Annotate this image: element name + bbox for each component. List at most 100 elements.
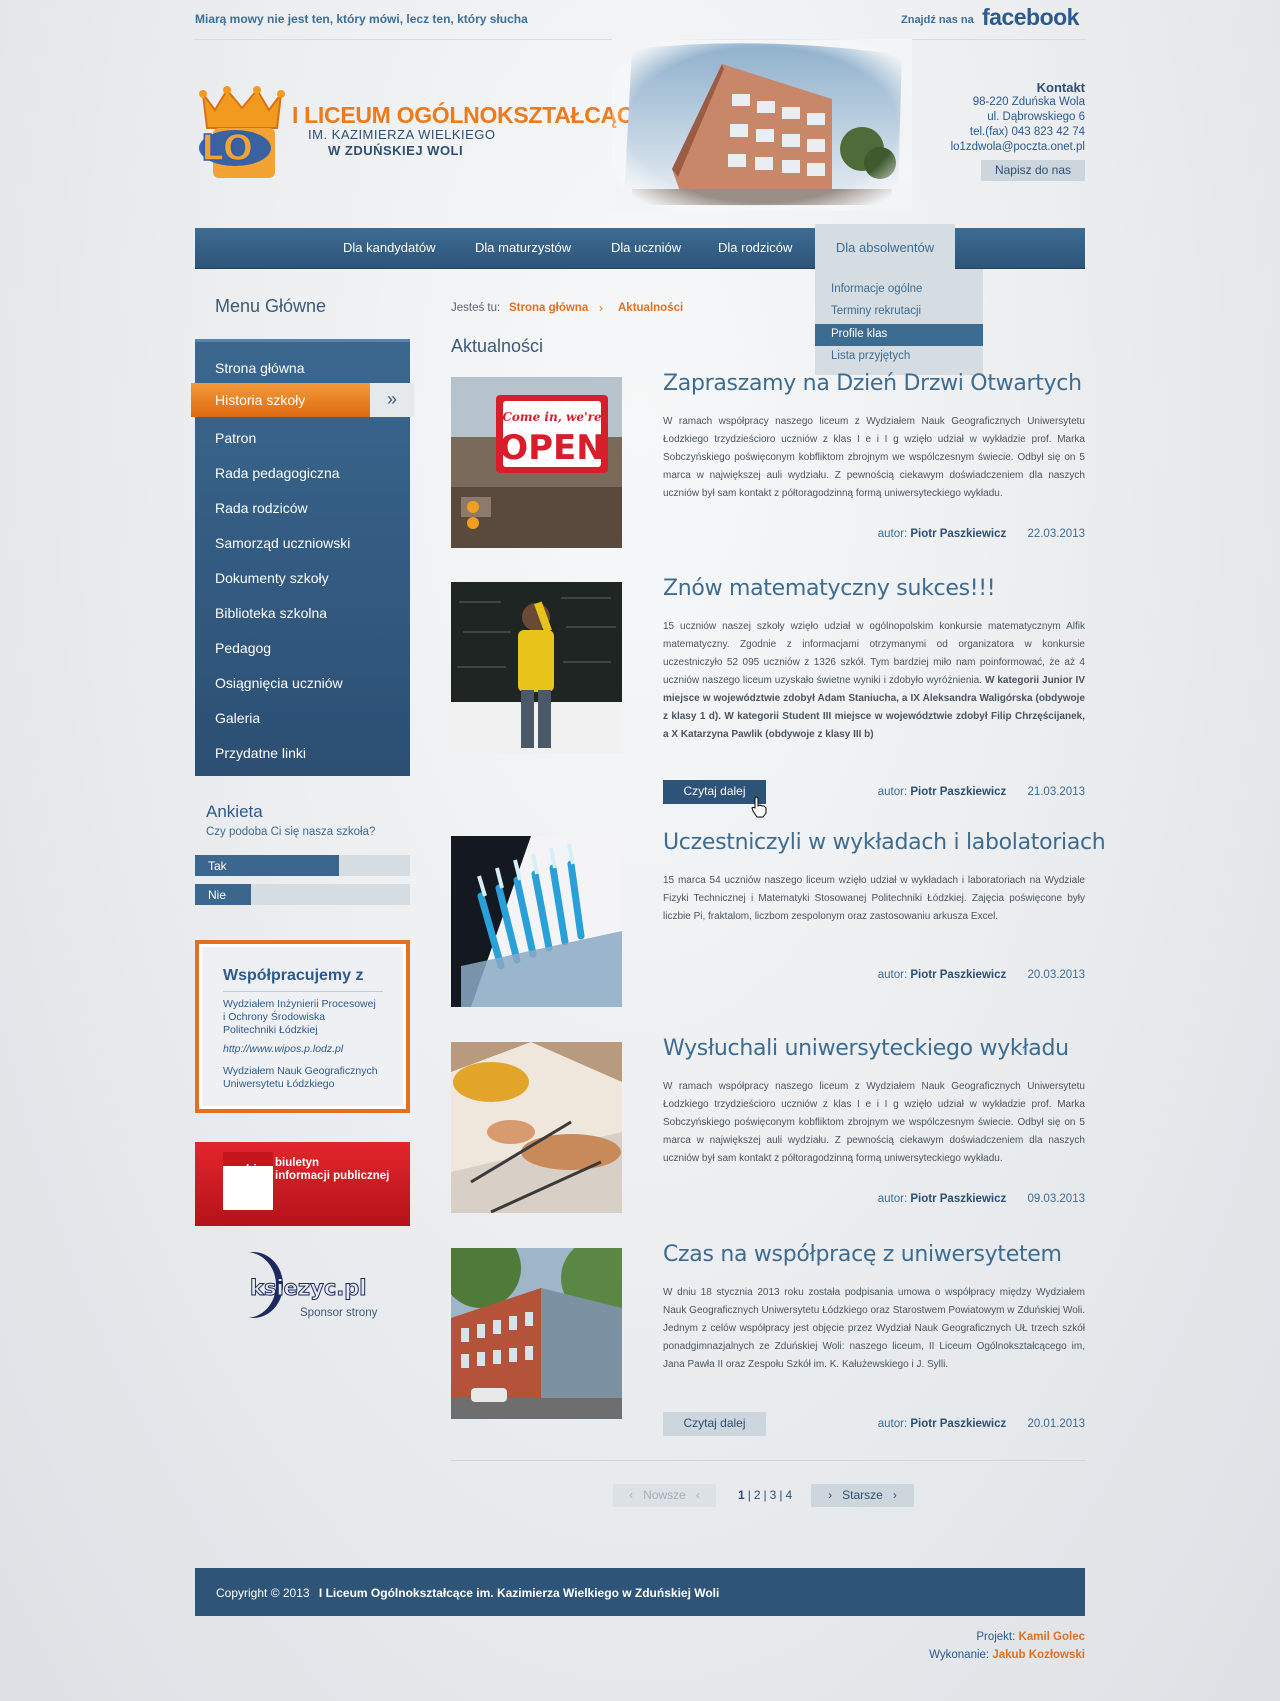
partner-1-line-3: Politechniki Łódzkiej: [223, 1024, 318, 1036]
partner-2-line-1: Wydziałem Nauk Geograficznych: [223, 1065, 378, 1077]
article-4-meta: autor: Piotr Paszkiewicz 09.03.2013: [877, 1193, 1085, 1205]
chevron-left-icon: ‹: [629, 1488, 634, 1502]
facebook-logo[interactable]: facebook: [982, 4, 1079, 31]
article-4-title[interactable]: Wysłuchali uniwersyteckiego wykładu: [663, 1036, 1069, 1061]
older-button[interactable]: › Starsze ›: [811, 1484, 914, 1507]
older-label: Starsze: [842, 1488, 883, 1502]
page-3[interactable]: 3: [767, 1488, 780, 1502]
article-2-author[interactable]: Piotr Paszkiewicz: [910, 786, 1006, 798]
svg-text:Come in, we're: Come in, we're: [502, 410, 602, 424]
author-label: autor:: [877, 969, 908, 981]
breadcrumb-current: Aktualności: [618, 302, 684, 314]
project-author[interactable]: Kamil Golec: [1019, 1631, 1085, 1643]
page-4[interactable]: 4: [782, 1488, 795, 1502]
poll-title: Ankieta: [206, 802, 263, 821]
sidebar-item-gallery[interactable]: Galeria: [215, 710, 260, 726]
article-2-body: 15 uczniów naszej szkoły wzięło udział w…: [663, 618, 1085, 744]
contact-street: ul. Dąbrowskiego 6: [987, 111, 1085, 123]
sidebar-item-pedagogue[interactable]: Pedagog: [215, 640, 271, 656]
author-label: autor:: [877, 786, 908, 798]
page-1[interactable]: 1: [735, 1488, 748, 1502]
sidebar-item-library[interactable]: Biblioteka szkolna: [215, 605, 327, 621]
school-name: I LICEUM OGÓLNOKSZTAŁCĄCE: [292, 102, 649, 128]
poll-option-no[interactable]: Nie: [195, 884, 410, 905]
content-divider: [451, 1460, 1085, 1461]
read-more-button[interactable]: Czytaj dalej: [663, 1412, 766, 1436]
school-logo-icon[interactable]: LO: [193, 84, 291, 182]
execution-label: Wykonanie:: [929, 1649, 990, 1661]
dropdown-item-general[interactable]: Informacje ogólne: [831, 283, 922, 295]
article-2-image[interactable]: [451, 582, 622, 753]
dropdown-item-class-profiles[interactable]: Profile klas: [831, 328, 887, 340]
sidebar-item-home[interactable]: Strona główna: [215, 360, 305, 376]
copyright-text: Copyright © 2013: [216, 1586, 310, 1600]
article-4-date: 09.03.2013: [1027, 1193, 1085, 1205]
author-label: autor:: [877, 1418, 908, 1430]
sidebar-item-student-council[interactable]: Samorząd uczniowski: [215, 535, 350, 551]
author-label: autor:: [877, 1193, 908, 1205]
nav-item-alumni[interactable]: Dla absolwentów: [815, 224, 955, 269]
partners-title: Współpracujemy z: [223, 967, 364, 984]
nav-item-parents[interactable]: Dla rodziców: [718, 228, 792, 269]
bip-caption-line-2: informacji publicznej: [275, 1170, 390, 1182]
footer-school-name: I Liceum Ogólnokształcące im. Kazimierza…: [318, 1586, 720, 1600]
partners-box: Współpracujemy z Wydziałem Inżynierii Pr…: [195, 940, 410, 1113]
page-2[interactable]: 2: [751, 1488, 764, 1502]
contact-zip: 98-220 Zduńska Wola: [972, 96, 1085, 108]
sponsor-label: Sponsor strony: [300, 1307, 378, 1319]
article-5-author[interactable]: Piotr Paszkiewicz: [910, 1418, 1006, 1430]
double-chevron-right-icon: »: [370, 383, 414, 417]
contact-email[interactable]: lo1zdwola@poczta.onet.pl: [900, 140, 1085, 155]
article-1-image[interactable]: Come in, we're OPEN: [451, 377, 622, 548]
dropdown-item-accepted-list[interactable]: Lista przyjętych: [831, 350, 910, 362]
article-5-image[interactable]: [451, 1248, 622, 1419]
bip-banner[interactable]: [195, 1142, 410, 1226]
article-5-title[interactable]: Czas na współpracę z uniwersytetem: [663, 1242, 1062, 1267]
execution-author[interactable]: Jakub Kozłowski: [992, 1649, 1085, 1661]
article-1-title[interactable]: Zapraszamy na Dzień Drzwi Otwartych: [663, 371, 1082, 396]
article-1-body: W ramach współpracy naszego liceum z Wyd…: [663, 416, 1085, 499]
sidebar-item-teachers-council[interactable]: Rada pedagogiczna: [215, 465, 340, 481]
partners-divider: [223, 991, 383, 992]
article-3-author[interactable]: Piotr Paszkiewicz: [910, 969, 1006, 981]
article-1-meta: autor: Piotr Paszkiewicz 22.03.2013: [877, 528, 1085, 540]
article-5-date: 20.01.2013: [1027, 1418, 1085, 1430]
article-2-title[interactable]: Znów matematyczny sukces!!!: [663, 576, 996, 601]
bip-caption-line-1: biuletyn: [275, 1157, 320, 1169]
dropdown-item-recruitment[interactable]: Terminy rekrutacji: [831, 305, 921, 317]
credits-project: Projekt: Kamil Golec: [860, 1631, 1085, 1643]
write-to-us-button[interactable]: Napisz do nas: [981, 160, 1085, 181]
partner-2-line-2: Uniwersytetu Łódzkiego: [223, 1078, 335, 1090]
school-building-photo: [612, 39, 912, 211]
article-3-title[interactable]: Uczestniczyli w wykładach i labolatoriac…: [663, 830, 1106, 855]
article-3-image[interactable]: [451, 836, 622, 1007]
poll-option-yes[interactable]: Tak: [195, 855, 410, 876]
article-4-author[interactable]: Piotr Paszkiewicz: [910, 1193, 1006, 1205]
nav-item-graduates-exam[interactable]: Dla maturzystów: [475, 228, 571, 269]
poll-label-yes: Tak: [208, 859, 227, 873]
sidebar-item-links[interactable]: Przydatne linki: [215, 745, 306, 761]
article-1-date: 22.03.2013: [1027, 528, 1085, 540]
bip-caption: biuletyn informacji publicznej: [275, 1157, 389, 1183]
contact-block: Kontakt 98-220 Zduńska Wola ul. Dąbrowsk…: [900, 80, 1085, 155]
school-patron: IM. KAZIMIERZA WIELKIEGO: [308, 127, 496, 142]
chevron-right-icon: ›: [599, 301, 603, 315]
article-1-author[interactable]: Piotr Paszkiewicz: [910, 528, 1006, 540]
nav-item-students[interactable]: Dla uczniów: [611, 228, 681, 269]
sidebar-item-patron[interactable]: Patron: [215, 430, 256, 446]
nav-item-candidates[interactable]: Dla kandydatów: [343, 228, 436, 269]
contact-title: Kontakt: [1036, 80, 1085, 95]
sidebar-item-parents-council[interactable]: Rada rodziców: [215, 500, 308, 516]
sidebar-item-achievements[interactable]: Osiągnięcia uczniów: [215, 675, 343, 691]
article-5-meta: autor: Piotr Paszkiewicz 20.01.2013: [877, 1418, 1085, 1430]
newer-label: Nowsze: [643, 1488, 686, 1502]
article-4-image[interactable]: [451, 1042, 622, 1213]
newer-button[interactable]: ‹ Nowsze ‹: [613, 1484, 716, 1507]
breadcrumb-home[interactable]: Strona główna: [509, 302, 588, 314]
sidebar-item-history[interactable]: Historia szkoły »: [191, 383, 414, 417]
article-3-date: 20.03.2013: [1027, 969, 1085, 981]
partner-1-link[interactable]: http://www.wipos.p.lodz.pl: [223, 1043, 343, 1056]
sidebar-item-documents[interactable]: Dokumenty szkoły: [215, 570, 329, 586]
article-3-body: 15 marca 54 uczniów naszego liceum wzięł…: [663, 875, 1085, 922]
sidebar-item-history-label: Historia szkoły: [215, 392, 306, 408]
